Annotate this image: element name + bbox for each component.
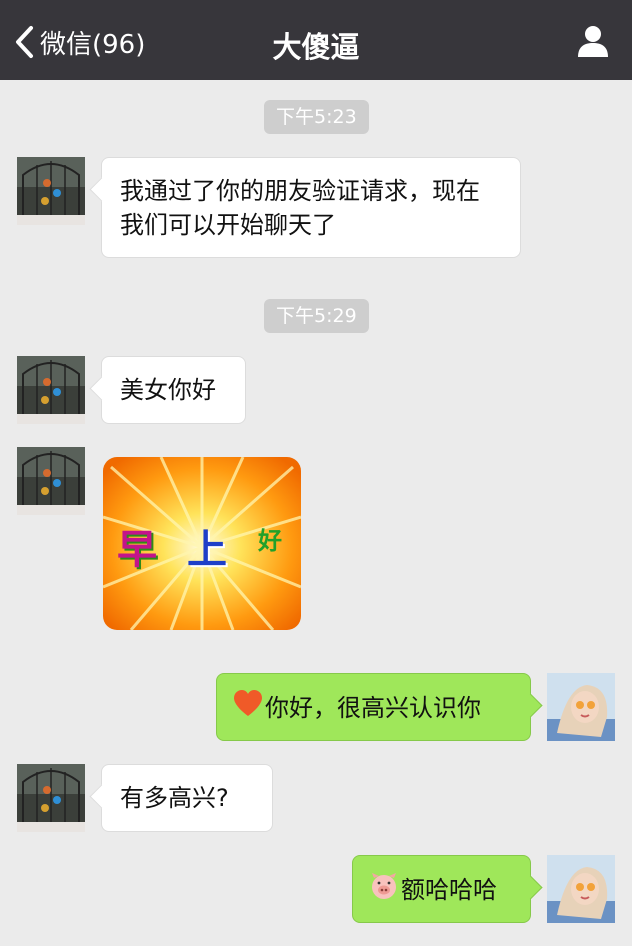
contact-avatar[interactable] (17, 764, 85, 832)
heart-emoji-icon (233, 690, 263, 727)
nav-bar: 微信(96) 大傻逼 (0, 0, 632, 80)
message-bubble-received[interactable]: 有多高兴? (101, 764, 273, 832)
self-avatar[interactable] (547, 673, 615, 741)
message-bubble-sent[interactable]: 你好，很高兴认识你 (216, 673, 531, 741)
message-text: 额哈哈哈 (401, 875, 497, 904)
message-text: 我通过了你的朋友验证请求，现在我们可以开始聊天了 (120, 177, 480, 239)
person-icon (576, 26, 610, 62)
message-bubble-received[interactable]: 美女你好 (101, 356, 246, 424)
chat-title: 大傻逼 (272, 30, 360, 64)
contact-avatar[interactable] (17, 356, 85, 424)
contact-avatar[interactable] (17, 447, 85, 515)
message-bubble-received[interactable]: 我通过了你的朋友验证请求，现在我们可以开始聊天了 (101, 157, 521, 258)
message-bubble-sent[interactable]: 额哈哈哈 (352, 855, 531, 923)
sticker-char: 早 (117, 527, 163, 573)
timestamp: 下午5:23 (264, 100, 369, 134)
message-text: 美女你好 (120, 376, 216, 404)
sticker-char: 好 (258, 527, 288, 555)
sticker-char: 上 (187, 527, 233, 573)
timestamp: 下午5:29 (264, 299, 369, 333)
self-avatar[interactable] (547, 855, 615, 923)
sticker-message[interactable]: 早 上 好 (103, 457, 301, 630)
chat-info-button[interactable] (576, 24, 610, 62)
pig-emoji-icon (369, 872, 399, 909)
contact-avatar[interactable] (17, 157, 85, 225)
message-text: 你好，很高兴认识你 (265, 693, 481, 722)
message-text: 有多高兴? (120, 784, 229, 812)
